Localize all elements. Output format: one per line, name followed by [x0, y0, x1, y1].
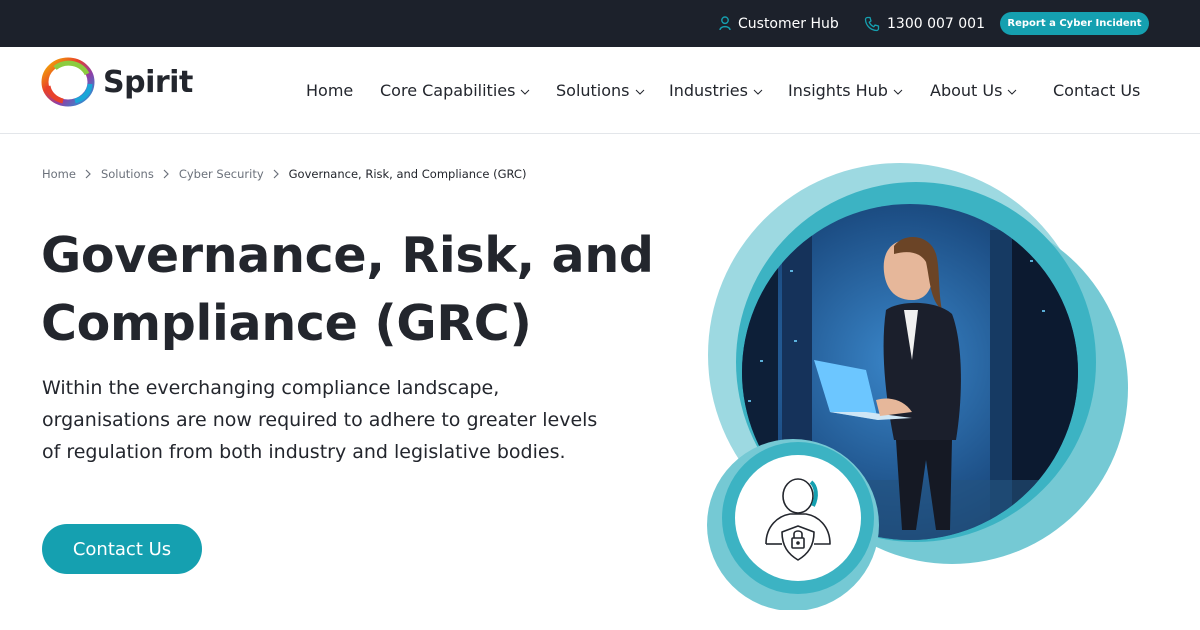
- nav-about-us[interactable]: About Us: [930, 47, 1017, 134]
- phone-link[interactable]: 1300 007 001: [864, 0, 985, 47]
- chevron-right-icon: [273, 169, 279, 179]
- page-title-line-1: Governance, Risk, and: [41, 227, 654, 284]
- badge-circle-white: [735, 455, 861, 581]
- nav-solutions[interactable]: Solutions: [556, 47, 645, 134]
- customer-hub-link[interactable]: Customer Hub: [719, 0, 839, 47]
- page-title-line-2: Compliance (GRC): [41, 295, 532, 352]
- chevron-down-icon: [635, 89, 644, 95]
- chevron-down-icon: [1008, 89, 1017, 95]
- page-title: Governance, Risk, and Compliance (GRC): [41, 222, 681, 358]
- user-icon: [719, 16, 731, 31]
- brand-name: Spirit: [103, 64, 193, 100]
- chevron-right-icon: [163, 169, 169, 179]
- nav-insights-hub[interactable]: Insights Hub: [788, 47, 903, 134]
- nav-home[interactable]: Home: [306, 47, 353, 134]
- site-header: Spirit Home Core Capabilities Solutions …: [0, 47, 1200, 134]
- customer-hub-label: Customer Hub: [738, 15, 839, 32]
- breadcrumb-current: Governance, Risk, and Compliance (GRC): [288, 167, 527, 181]
- nav-home-label: Home: [306, 81, 354, 100]
- nav-about-us-label: About Us: [930, 81, 1003, 100]
- nav-insights-hub-label: Insights Hub: [788, 81, 888, 100]
- breadcrumb-cyber-security[interactable]: Cyber Security: [179, 167, 264, 181]
- contact-us-button[interactable]: Contact Us: [42, 524, 202, 574]
- hero-description: Within the everchanging compliance lands…: [42, 377, 598, 463]
- nav-contact-us[interactable]: Contact Us: [1053, 47, 1140, 134]
- chevron-right-icon: [85, 169, 91, 179]
- spirit-logo[interactable]: Spirit: [41, 56, 193, 108]
- chevron-down-icon: [753, 89, 763, 95]
- breadcrumb-solutions[interactable]: Solutions: [101, 167, 154, 181]
- nav-industries-label: Industries: [669, 81, 748, 100]
- chevron-down-icon: [893, 89, 903, 95]
- nav-contact-us-label: Contact Us: [1053, 81, 1141, 100]
- spirit-logo-ring-icon: [41, 57, 95, 107]
- nav-core-capabilities-label: Core Capabilities: [380, 81, 516, 100]
- breadcrumb: Home Solutions Cyber Security Governance…: [42, 164, 526, 184]
- report-cyber-incident-button[interactable]: Report a Cyber Incident: [1000, 12, 1149, 35]
- chevron-down-icon: [521, 89, 530, 95]
- hero-illustration: [707, 163, 1128, 610]
- top-utility-bar: Customer Hub 1300 007 001 Report a Cyber…: [0, 0, 1200, 47]
- nav-solutions-label: Solutions: [556, 81, 630, 100]
- breadcrumb-home[interactable]: Home: [42, 167, 76, 181]
- phone-icon: [864, 16, 880, 31]
- nav-industries[interactable]: Industries: [669, 47, 763, 134]
- nav-core-capabilities[interactable]: Core Capabilities: [380, 47, 530, 134]
- phone-number: 1300 007 001: [887, 15, 985, 32]
